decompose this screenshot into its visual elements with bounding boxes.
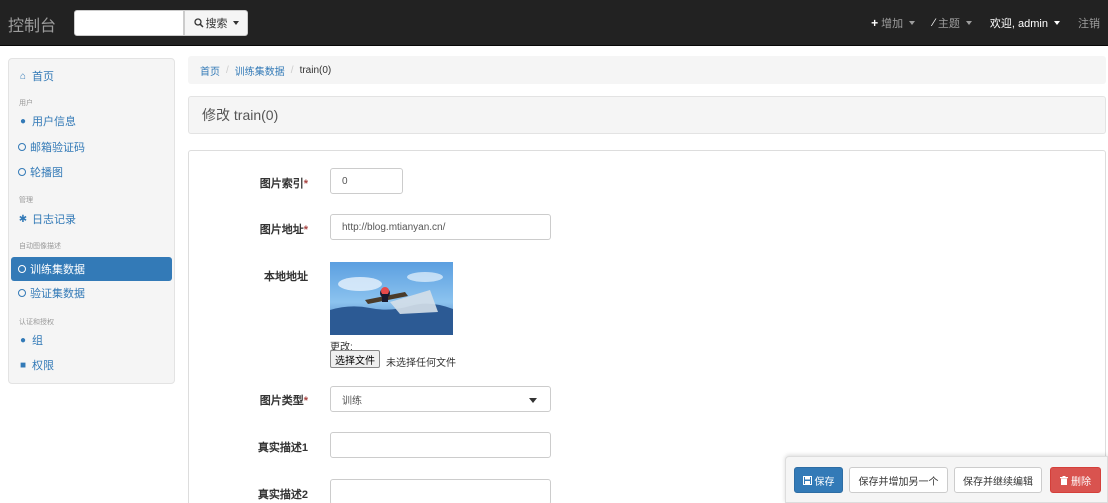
sidebar-item-label: 日志记录 (32, 214, 76, 226)
sidebar-item-home[interactable]: ⌂ 首页 (18, 65, 54, 87)
desc2-input[interactable] (330, 479, 551, 503)
logout-label: 注销 (1078, 18, 1100, 30)
chevron-down-icon (965, 21, 972, 25)
magic-wand-icon: ⁄ (933, 17, 935, 29)
image-type-select[interactable]: 训练 (330, 386, 551, 412)
plus-icon: + (871, 16, 879, 30)
save-button-label: 保存 (814, 476, 835, 488)
circle-icon (18, 143, 26, 151)
desc2-label: 真实描述2 (257, 489, 308, 501)
choose-file-button[interactable]: 选择文件 (330, 350, 380, 368)
theme-menu[interactable]: ⁄ 主题 (933, 15, 972, 31)
desc1-input[interactable] (330, 432, 551, 458)
sidebar-section-auth: 认证和授权 (19, 319, 54, 326)
breadcrumb-current: train(0) (299, 64, 332, 76)
desc1-label: 真实描述1 (257, 442, 308, 454)
sidebar-item-label: 验证集数据 (30, 288, 85, 300)
sidebar-item-user-info[interactable]: ● 用户信息 (18, 110, 76, 132)
sidebar: ⌂ 首页 用户 ● 用户信息 邮箱验证码 轮播图 管理 ✱ 日志记录 自动图像描… (8, 58, 175, 384)
sidebar-item-label: 邮箱验证码 (30, 142, 85, 154)
save-bar: 保存 保存并增加另一个 保存并继续编辑 删除 (785, 456, 1108, 503)
image-type-value: 训练 (342, 395, 362, 407)
sidebar-item-label: 训练集数据 (30, 264, 85, 276)
brand-title[interactable]: 控制台 (8, 12, 56, 36)
search-input[interactable] (74, 10, 184, 36)
trash-icon (1060, 475, 1068, 485)
search-button-label: 搜索 (205, 18, 228, 30)
breadcrumb-home[interactable]: 首页 (200, 63, 220, 78)
image-url-label: 图片地址* (259, 224, 308, 236)
save-add-another-button[interactable]: 保存并增加另一个 (849, 467, 948, 493)
delete-button-label: 删除 (1071, 476, 1091, 488)
top-navbar: 控制台 搜索 + 增加 ⁄ 主题 欢迎, admin 注销 (0, 0, 1108, 46)
chevron-down-icon (1054, 21, 1060, 25)
breadcrumb-section[interactable]: 训练集数据 (235, 63, 285, 78)
page-title: 修改 train(0) (188, 96, 1106, 134)
image-index-label: 图片索引* (259, 178, 308, 190)
home-icon: ⌂ (19, 70, 27, 82)
chevron-down-icon (529, 398, 537, 403)
image-type-label: 图片类型* (259, 395, 308, 407)
breadcrumb-separator: / (226, 64, 229, 76)
sidebar-item-label: 首页 (32, 71, 54, 83)
save-continue-button[interactable]: 保存并继续编辑 (954, 467, 1042, 493)
image-url-input[interactable]: http://blog.mtianyan.cn/ (330, 214, 551, 240)
search-button[interactable]: 搜索 (184, 10, 248, 36)
sidebar-section-auto: 自动图像描述 (19, 243, 61, 250)
add-menu[interactable]: + 增加 (871, 15, 916, 31)
circle-icon (18, 289, 26, 297)
breadcrumb: 首页 / 训练集数据 / train(0) (188, 56, 1106, 84)
image-index-input[interactable]: 0 (330, 168, 403, 194)
save-button[interactable]: 保存 (794, 467, 843, 493)
sidebar-item-label: 用户信息 (32, 116, 76, 128)
sidebar-item-label: 权限 (32, 360, 54, 372)
chevron-down-icon (909, 21, 916, 25)
edit-form-panel (188, 150, 1106, 503)
sidebar-section-manage: 管理 (19, 197, 33, 204)
sidebar-item-log[interactable]: ✱ 日志记录 (18, 208, 76, 230)
search-icon (193, 18, 204, 28)
thumbnail-image (330, 262, 453, 335)
delete-button[interactable]: 删除 (1050, 467, 1101, 493)
theme-menu-label: 主题 (937, 18, 960, 30)
sidebar-section-user: 用户 (19, 100, 33, 107)
sidebar-item-group[interactable]: ● 组 (18, 329, 43, 351)
welcome-text: 欢迎, admin (989, 18, 1048, 30)
sidebar-item-train-data[interactable]: 训练集数据 (11, 257, 172, 281)
circle-icon (18, 168, 26, 176)
sidebar-item-label: 轮播图 (30, 167, 63, 179)
circle-icon (18, 265, 26, 273)
file-status-text: 未选择任何文件 (386, 358, 456, 369)
group-icon: ● (19, 334, 27, 346)
local-path-label: 本地地址 (264, 271, 308, 283)
lock-icon: ■ (19, 359, 27, 371)
breadcrumb-separator: / (290, 64, 294, 76)
add-menu-label: 增加 (881, 18, 904, 30)
sidebar-item-permission[interactable]: ■ 权限 (18, 354, 54, 376)
image-thumbnail[interactable] (330, 262, 453, 335)
user-icon: ● (19, 115, 27, 127)
user-menu[interactable]: 欢迎, admin (990, 15, 1060, 31)
sidebar-item-val-data[interactable]: 验证集数据 (18, 282, 85, 304)
logout-link[interactable]: 注销 (1078, 15, 1100, 31)
floppy-icon (802, 475, 812, 485)
sidebar-item-carousel[interactable]: 轮播图 (18, 161, 63, 183)
gear-icon: ✱ (18, 213, 28, 225)
sidebar-item-email-code[interactable]: 邮箱验证码 (18, 136, 85, 158)
chevron-down-icon (232, 21, 239, 25)
sidebar-item-label: 组 (32, 335, 43, 347)
